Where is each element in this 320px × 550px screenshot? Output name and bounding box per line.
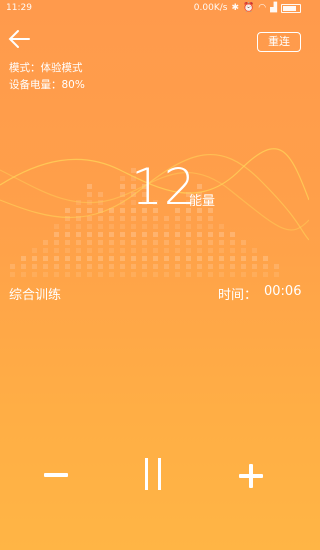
program-name: 综合训练	[9, 288, 62, 303]
status-bar: 11:29 0.00K/s ✱ ⏰ ◠ ▟	[0, 0, 309, 16]
back-arrow-icon	[8, 30, 30, 48]
status-icons: 0.00K/s ✱ ⏰ ◠ ▟	[194, 3, 301, 13]
decrease-button[interactable]	[40, 458, 72, 490]
timer-label: 时间：	[218, 288, 258, 303]
reconnect-button[interactable]: 重连	[257, 32, 301, 52]
signal-icon: ▟	[270, 3, 277, 13]
increase-button[interactable]	[235, 460, 267, 492]
bluetooth-icon: ✱	[231, 3, 239, 13]
back-button[interactable]	[7, 28, 31, 50]
energy-unit: 能量	[189, 194, 216, 209]
battery-icon	[281, 3, 301, 13]
alarm-icon: ⏰	[243, 3, 255, 13]
energy-score: 12	[131, 158, 197, 216]
network-speed: 0.00K/s	[193, 3, 228, 13]
pause-button[interactable]	[140, 456, 168, 492]
timer-value: 00:06	[264, 284, 302, 299]
wifi-icon: ◠	[258, 3, 267, 13]
mode-label: 模式：体验模式	[9, 62, 83, 74]
status-time: 11:29	[6, 3, 32, 13]
